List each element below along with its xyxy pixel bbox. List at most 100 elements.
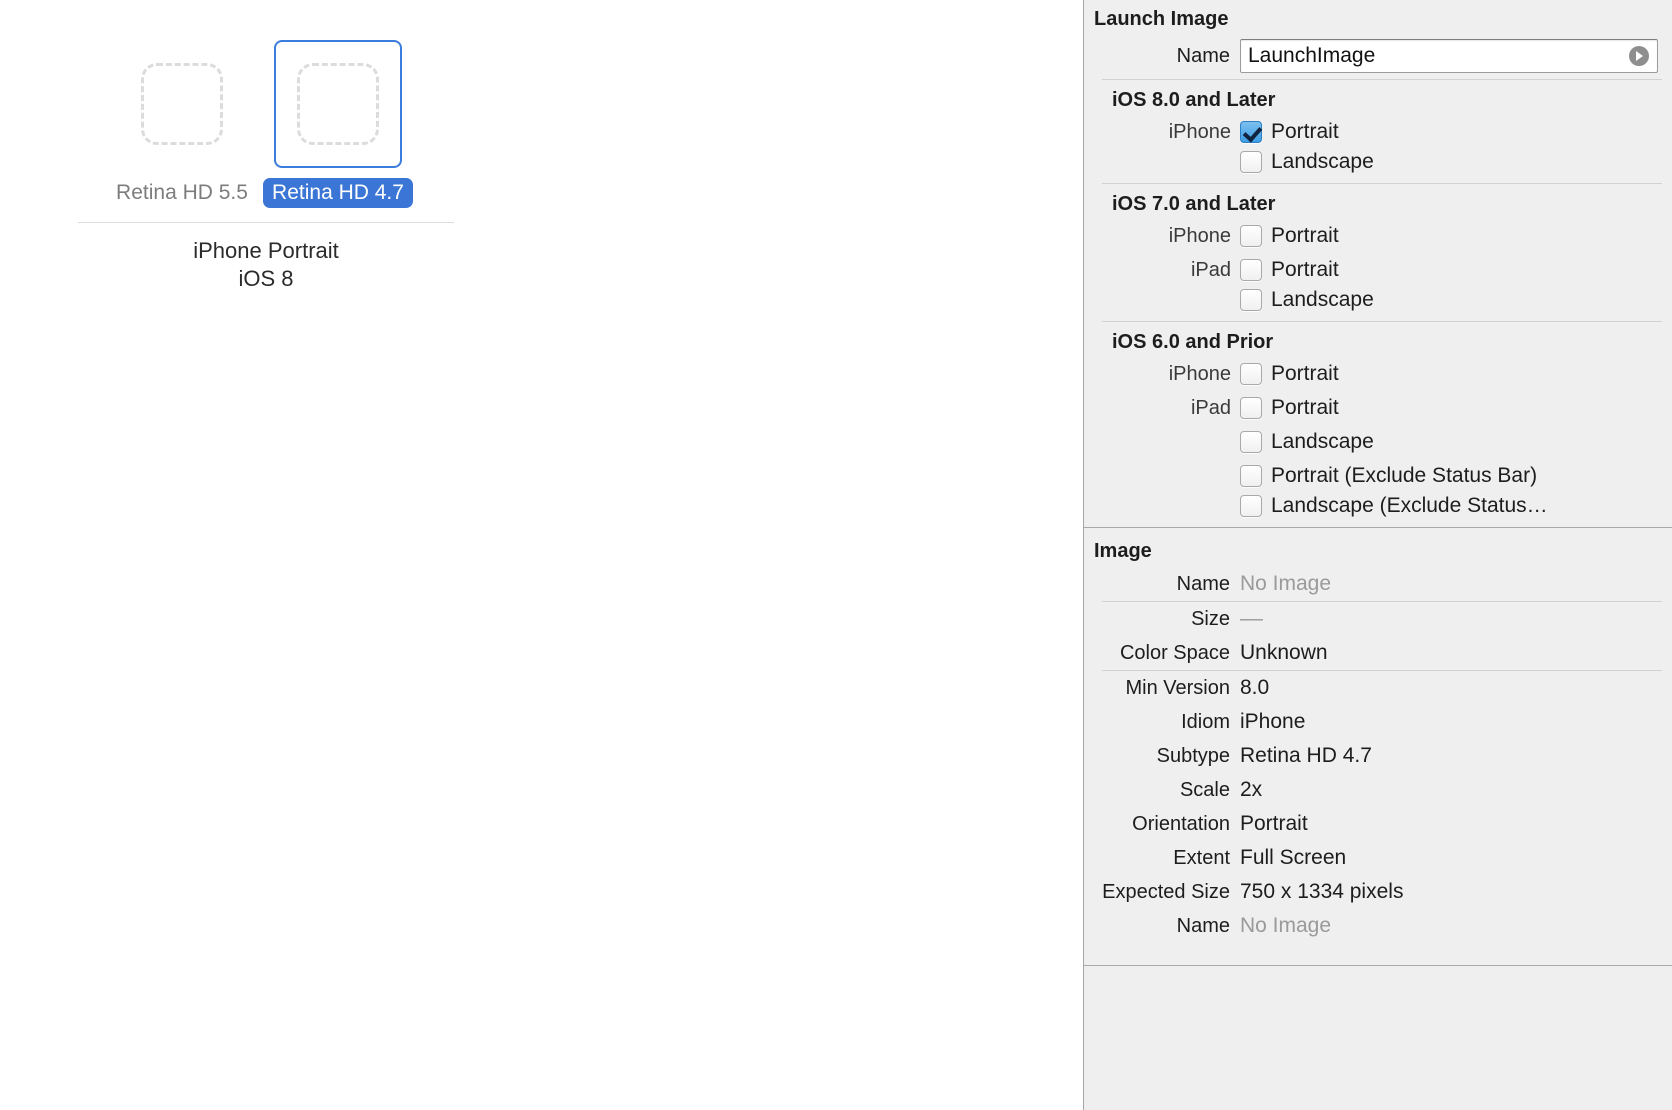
checkbox-label: Portrait: [1271, 258, 1339, 281]
arrow-right-circle-icon[interactable]: [1628, 45, 1650, 67]
panel-bottom-separator: [1084, 965, 1672, 966]
launch-image-name-row: Name: [1084, 35, 1672, 79]
empty-image-placeholder-icon: [141, 63, 223, 145]
bottom-name-value: No Image: [1240, 914, 1332, 937]
device-label: iPad: [1190, 396, 1231, 419]
checkbox-label: Landscape: [1271, 430, 1374, 453]
checkbox-label: Landscape (Exclude Status…: [1271, 494, 1548, 517]
ios-7-subsection: iOS 7.0 and Later iPhone Portrait iPad P…: [1084, 184, 1672, 321]
checkbox-ios8-iphone-portrait[interactable]: [1240, 121, 1262, 143]
checkbox-row: Landscape (Exclude Status…: [1084, 493, 1672, 527]
image-color-space-value: Unknown: [1240, 641, 1328, 664]
asset-canvas: Retina HD 5.5 Retina HD 4.7 iPhone Portr…: [0, 0, 1083, 1110]
image-attribute-row: Extent Full Screen: [1084, 841, 1672, 875]
image-color-space-row: Color Space Unknown: [1084, 636, 1672, 670]
image-size-row: Size ––: [1084, 602, 1672, 636]
attribute-label: Scale: [1179, 778, 1230, 801]
checkbox-label: Landscape: [1271, 288, 1374, 311]
checkbox-ios6-ipad-portrait[interactable]: [1240, 397, 1262, 419]
image-section: Image Name No Image Size –– Color Space …: [1084, 528, 1672, 943]
ios-7-heading: iOS 7.0 and Later: [1112, 193, 1276, 215]
checkbox-row: iPhone Portrait: [1084, 115, 1672, 149]
launch-image-section: Launch Image Name iOS 8.0 and Later iPho…: [1084, 0, 1672, 527]
checkbox-ios6-portrait-exclude-status-bar[interactable]: [1240, 465, 1262, 487]
launch-image-name-field[interactable]: [1240, 39, 1658, 73]
checkbox-row: Portrait (Exclude Status Bar): [1084, 459, 1672, 493]
checkbox-row: Landscape: [1084, 287, 1672, 321]
asset-slot-dropzone[interactable]: [118, 40, 246, 168]
checkbox-ios6-ipad-landscape[interactable]: [1240, 431, 1262, 453]
checkbox-label: Portrait: [1271, 362, 1339, 385]
image-size-label: Size: [1191, 607, 1230, 630]
image-name-row: Name No Image: [1084, 567, 1672, 601]
image-name-value: No Image: [1240, 572, 1332, 595]
attribute-label: Subtype: [1156, 744, 1230, 767]
device-label: iPhone: [1168, 224, 1231, 247]
checkbox-label: Landscape: [1271, 150, 1374, 173]
image-section-title: Image: [1094, 540, 1152, 562]
ios-8-heading: iOS 8.0 and Later: [1112, 89, 1276, 111]
empty-image-placeholder-icon: [297, 63, 379, 145]
asset-group-caption: iPhone Portrait iOS 8: [78, 237, 454, 293]
launch-image-name-input[interactable]: [1241, 40, 1657, 72]
checkbox-ios6-iphone-portrait[interactable]: [1240, 363, 1262, 385]
attribute-value: 2x: [1240, 778, 1263, 801]
checkbox-ios7-ipad-portrait[interactable]: [1240, 259, 1262, 281]
asset-slot-retina-hd-47[interactable]: Retina HD 4.7: [263, 40, 413, 209]
attribute-value: 8.0: [1240, 676, 1270, 699]
checkbox-row: iPhone Portrait: [1084, 219, 1672, 253]
asset-group-divider: [78, 222, 454, 224]
attribute-value: Retina HD 4.7: [1240, 744, 1372, 767]
checkbox-row: iPad Portrait: [1084, 253, 1672, 287]
attribute-value: Full Screen: [1240, 846, 1347, 869]
device-label: iPhone: [1168, 362, 1231, 385]
asset-slot-retina-hd-55[interactable]: Retina HD 5.5: [116, 40, 248, 208]
device-label: iPad: [1190, 258, 1231, 281]
image-bottom-name-row: Name No Image: [1084, 909, 1672, 943]
asset-slot-label-selected: Retina HD 4.7: [263, 178, 413, 209]
checkbox-ios7-iphone-portrait[interactable]: [1240, 225, 1262, 247]
launch-image-section-title: Launch Image: [1094, 8, 1229, 30]
image-attribute-row: Idiom iPhone: [1084, 705, 1672, 739]
image-attribute-row: Orientation Portrait: [1084, 807, 1672, 841]
attribute-label: Expected Size: [1102, 880, 1230, 903]
image-attribute-row: Subtype Retina HD 4.7: [1084, 739, 1672, 773]
image-attribute-row: Expected Size 750 x 1334 pixels: [1084, 875, 1672, 909]
checkbox-ios8-iphone-landscape[interactable]: [1240, 151, 1262, 173]
image-attribute-row: Scale 2x: [1084, 773, 1672, 807]
launch-image-asset-group: Retina HD 5.5 Retina HD 4.7 iPhone Portr…: [78, 40, 454, 293]
image-size-value: ––: [1240, 607, 1264, 630]
checkbox-row: Landscape: [1084, 149, 1672, 183]
checkbox-ios6-landscape-exclude-status-bar[interactable]: [1240, 495, 1262, 517]
attribute-value: 750 x 1334 pixels: [1240, 880, 1404, 903]
asset-slot-dropzone[interactable]: [274, 40, 402, 168]
checkbox-label: Portrait: [1271, 120, 1339, 143]
asset-slot-row: Retina HD 5.5 Retina HD 4.7: [78, 40, 454, 209]
attribute-label: Idiom: [1181, 710, 1230, 733]
checkbox-ios7-ipad-landscape[interactable]: [1240, 289, 1262, 311]
checkbox-row: Landscape: [1084, 425, 1672, 459]
checkbox-row: iPhone Portrait: [1084, 357, 1672, 391]
ios-6-subsection: iOS 6.0 and Prior iPhone Portrait iPad P…: [1084, 322, 1672, 527]
checkbox-label: Portrait: [1271, 396, 1339, 419]
bottom-name-label: Name: [1176, 914, 1230, 937]
checkbox-label: Portrait (Exclude Status Bar): [1271, 464, 1538, 487]
attribute-value: Portrait: [1240, 812, 1308, 835]
attribute-label: Extent: [1173, 846, 1230, 869]
checkbox-row: iPad Portrait: [1084, 391, 1672, 425]
device-label: iPhone: [1168, 120, 1231, 143]
asset-group-caption-line2: iOS 8: [238, 266, 294, 292]
attribute-label: Orientation: [1132, 812, 1230, 835]
image-name-label: Name: [1176, 572, 1230, 595]
ios-6-heading: iOS 6.0 and Prior: [1112, 331, 1274, 353]
asset-group-caption-line1: iPhone Portrait: [193, 238, 339, 264]
attribute-value: iPhone: [1240, 710, 1306, 733]
image-color-space-label: Color Space: [1119, 641, 1230, 664]
attribute-label: Min Version: [1125, 676, 1231, 699]
asset-slot-label: Retina HD 5.5: [116, 181, 248, 204]
checkbox-label: Portrait: [1271, 224, 1339, 247]
attributes-inspector-panel: Launch Image Name iOS 8.0 and Later iPho…: [1083, 0, 1672, 1110]
image-attribute-row: Min Version 8.0: [1084, 671, 1672, 705]
launch-image-name-label: Name: [1176, 44, 1230, 67]
ios-8-subsection: iOS 8.0 and Later iPhone Portrait Landsc…: [1084, 80, 1672, 183]
